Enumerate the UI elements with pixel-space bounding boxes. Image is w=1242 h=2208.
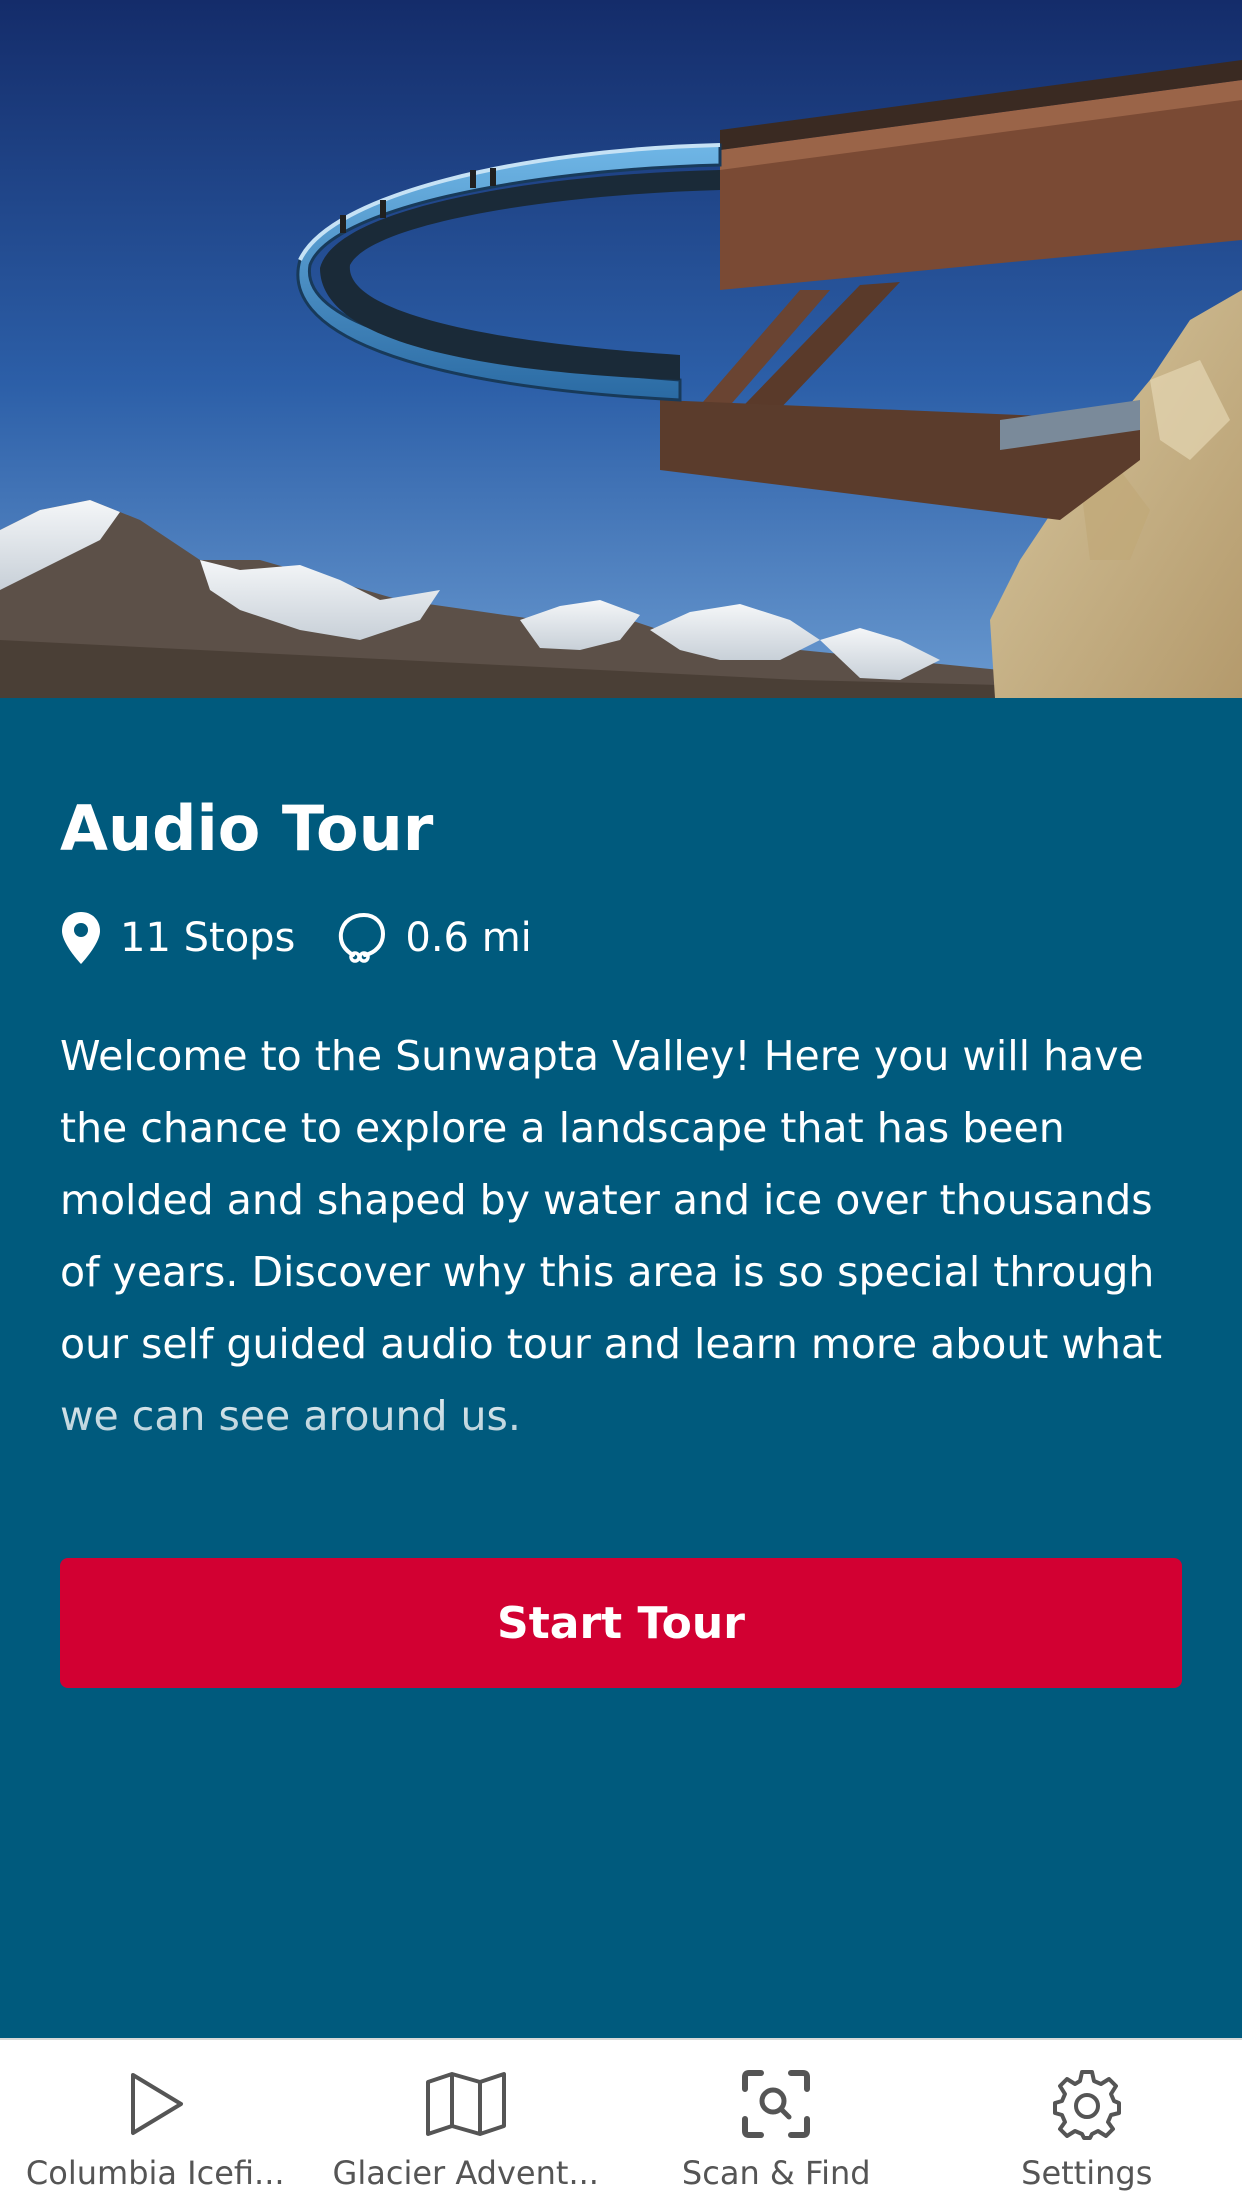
play-icon xyxy=(113,2062,197,2146)
tab-label: Columbia Icefi... xyxy=(25,2154,285,2192)
hero-image xyxy=(0,0,1242,698)
distance-label: 0.6 mi xyxy=(405,915,532,961)
location-pin-icon xyxy=(62,912,100,964)
start-tour-button[interactable]: Start Tour xyxy=(60,1558,1182,1688)
tour-meta: 11 Stops 0.6 mi xyxy=(60,908,574,968)
tab-settings[interactable]: Settings xyxy=(932,2040,1242,2208)
stops-info: 11 Stops xyxy=(60,910,295,966)
tab-scan-find[interactable]: Scan & Find xyxy=(621,2040,932,2208)
bottom-tab-bar: Columbia Icefi... Glacier Advent... Scan… xyxy=(0,2038,1242,2208)
stops-label: 11 Stops xyxy=(120,915,296,961)
loop-route-icon xyxy=(339,912,386,963)
distance-info: 0.6 mi xyxy=(337,911,532,965)
tab-label: Scan & Find xyxy=(681,2154,871,2192)
gear-icon xyxy=(1045,2062,1129,2146)
page-title: Audio Tour xyxy=(60,792,434,865)
tab-label: Glacier Advent... xyxy=(332,2154,599,2192)
map-icon xyxy=(424,2062,508,2146)
tab-glacier-adventure[interactable]: Glacier Advent... xyxy=(311,2040,622,2208)
tour-description: Welcome to the Sunwapta Valley! Here you… xyxy=(60,1032,1163,1440)
tour-details-panel: Audio Tour 11 Stops 0.6 mi Welcome to th… xyxy=(0,698,1242,2038)
tab-columbia-icefield[interactable]: Columbia Icefi... xyxy=(0,2040,311,2208)
scan-icon xyxy=(734,2062,818,2146)
tab-label: Settings xyxy=(1021,2154,1153,2192)
